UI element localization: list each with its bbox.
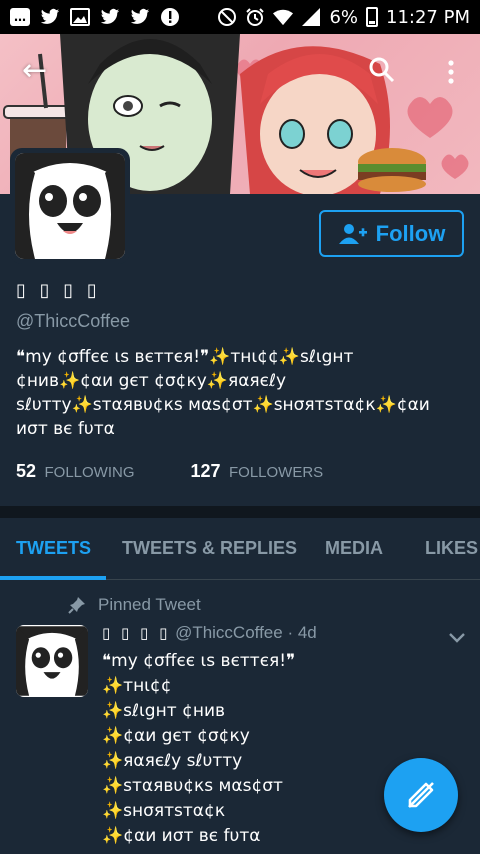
battery-icon bbox=[366, 7, 379, 27]
clock: 11:27 PM bbox=[386, 6, 470, 28]
display-name: ▯ ▯ ▯ ▯ bbox=[16, 280, 101, 301]
status-system: 6% 11:27 PM bbox=[217, 7, 470, 28]
tweet-line: ❝my ¢σffєє ιѕ вєттєя!❞ bbox=[102, 651, 296, 671]
dnd-icon bbox=[217, 7, 237, 27]
profile-tabs: TWEETS TWEETS & REPLIES MEDIA LIKES bbox=[0, 518, 480, 580]
twitter-icon bbox=[40, 7, 60, 27]
profile-stats: 52 FOLLOWING 127 FOLLOWERS bbox=[16, 461, 323, 482]
tweet-time: · 4d bbox=[287, 623, 317, 642]
alert-icon bbox=[160, 7, 180, 27]
compose-icon bbox=[408, 782, 434, 808]
followers-label: FOLLOWERS bbox=[229, 464, 324, 481]
chat-icon: … bbox=[10, 8, 30, 26]
tweet-line: ✨яαяєℓу ѕℓυтту bbox=[102, 751, 243, 771]
pinned-label: Pinned Tweet bbox=[98, 595, 201, 614]
tweet-author-handle[interactable]: @ThiccCoffee bbox=[175, 623, 283, 642]
add-user-icon bbox=[338, 223, 367, 244]
tweet-line: ✨ѕтαявυ¢кѕ мαѕ¢σт bbox=[102, 776, 283, 796]
tab-likes[interactable]: LIKES bbox=[425, 538, 478, 559]
twitter-icon bbox=[130, 7, 150, 27]
status-notifications: … bbox=[10, 7, 180, 27]
tweet-line: ✨ѕℓιgнт ¢нив bbox=[102, 701, 226, 721]
status-bar: … 6% 11:27 PM bbox=[0, 0, 480, 34]
following-label: FOLLOWING bbox=[44, 464, 135, 481]
tweet-line: ✨¢αи gєт ¢σ¢ку bbox=[102, 726, 250, 746]
tweet-text: ❝my ¢σffєє ιѕ вєттєя!❞ ✨тнι¢¢ ✨ѕℓιgнт ¢н… bbox=[102, 649, 295, 849]
section-divider bbox=[0, 506, 480, 518]
wifi-icon bbox=[273, 7, 294, 27]
following-count: 52 bbox=[16, 461, 37, 481]
battery-percent: 6% bbox=[329, 6, 359, 28]
twitter-icon bbox=[100, 7, 120, 27]
signal-icon bbox=[301, 7, 321, 27]
tweet-header: ▯ ▯ ▯ ▯ @ThiccCoffee · 4d bbox=[102, 623, 317, 643]
compose-tweet-button[interactable] bbox=[384, 758, 458, 832]
tweet-line: ✨¢αи иσт вє fυтα bbox=[102, 826, 261, 846]
profile-handle: @ThiccCoffee bbox=[16, 311, 130, 331]
follow-label: Follow bbox=[375, 220, 446, 246]
tab-media[interactable]: MEDIA bbox=[325, 538, 383, 559]
tab-tweets-replies[interactable]: TWEETS & REPLIES bbox=[122, 538, 297, 559]
pin-icon bbox=[68, 597, 85, 614]
alarm-icon bbox=[245, 7, 265, 27]
followers-count: 127 bbox=[190, 461, 221, 481]
tweet-line: ✨тнι¢¢ bbox=[102, 676, 172, 696]
search-icon[interactable] bbox=[368, 56, 396, 84]
tweet-author-name[interactable]: ▯ ▯ ▯ ▯ bbox=[102, 624, 170, 642]
active-tab-indicator bbox=[0, 576, 106, 580]
pinned-indicator: Pinned Tweet bbox=[68, 595, 201, 615]
avatar-image bbox=[15, 153, 125, 259]
more-vertical-icon[interactable] bbox=[444, 58, 458, 86]
avatar-image bbox=[16, 626, 88, 696]
profile-avatar[interactable] bbox=[10, 148, 130, 264]
tweet-line: ✨ѕнσятѕтα¢к bbox=[102, 801, 226, 821]
tweet-avatar[interactable] bbox=[16, 625, 88, 697]
following-stat[interactable]: 52 FOLLOWING bbox=[16, 461, 135, 482]
chevron-down-icon[interactable] bbox=[448, 629, 466, 643]
tab-tweets[interactable]: TWEETS bbox=[16, 538, 91, 559]
profile-bio: ❝my ¢σffєє ιѕ вєттєя!❞✨тнι¢¢✨ѕℓιgнт ¢нив… bbox=[16, 347, 430, 439]
image-icon bbox=[70, 7, 90, 27]
followers-stat[interactable]: 127 FOLLOWERS bbox=[191, 461, 324, 482]
back-arrow-icon[interactable]: ← bbox=[22, 56, 54, 88]
follow-button[interactable]: Follow bbox=[319, 210, 464, 257]
